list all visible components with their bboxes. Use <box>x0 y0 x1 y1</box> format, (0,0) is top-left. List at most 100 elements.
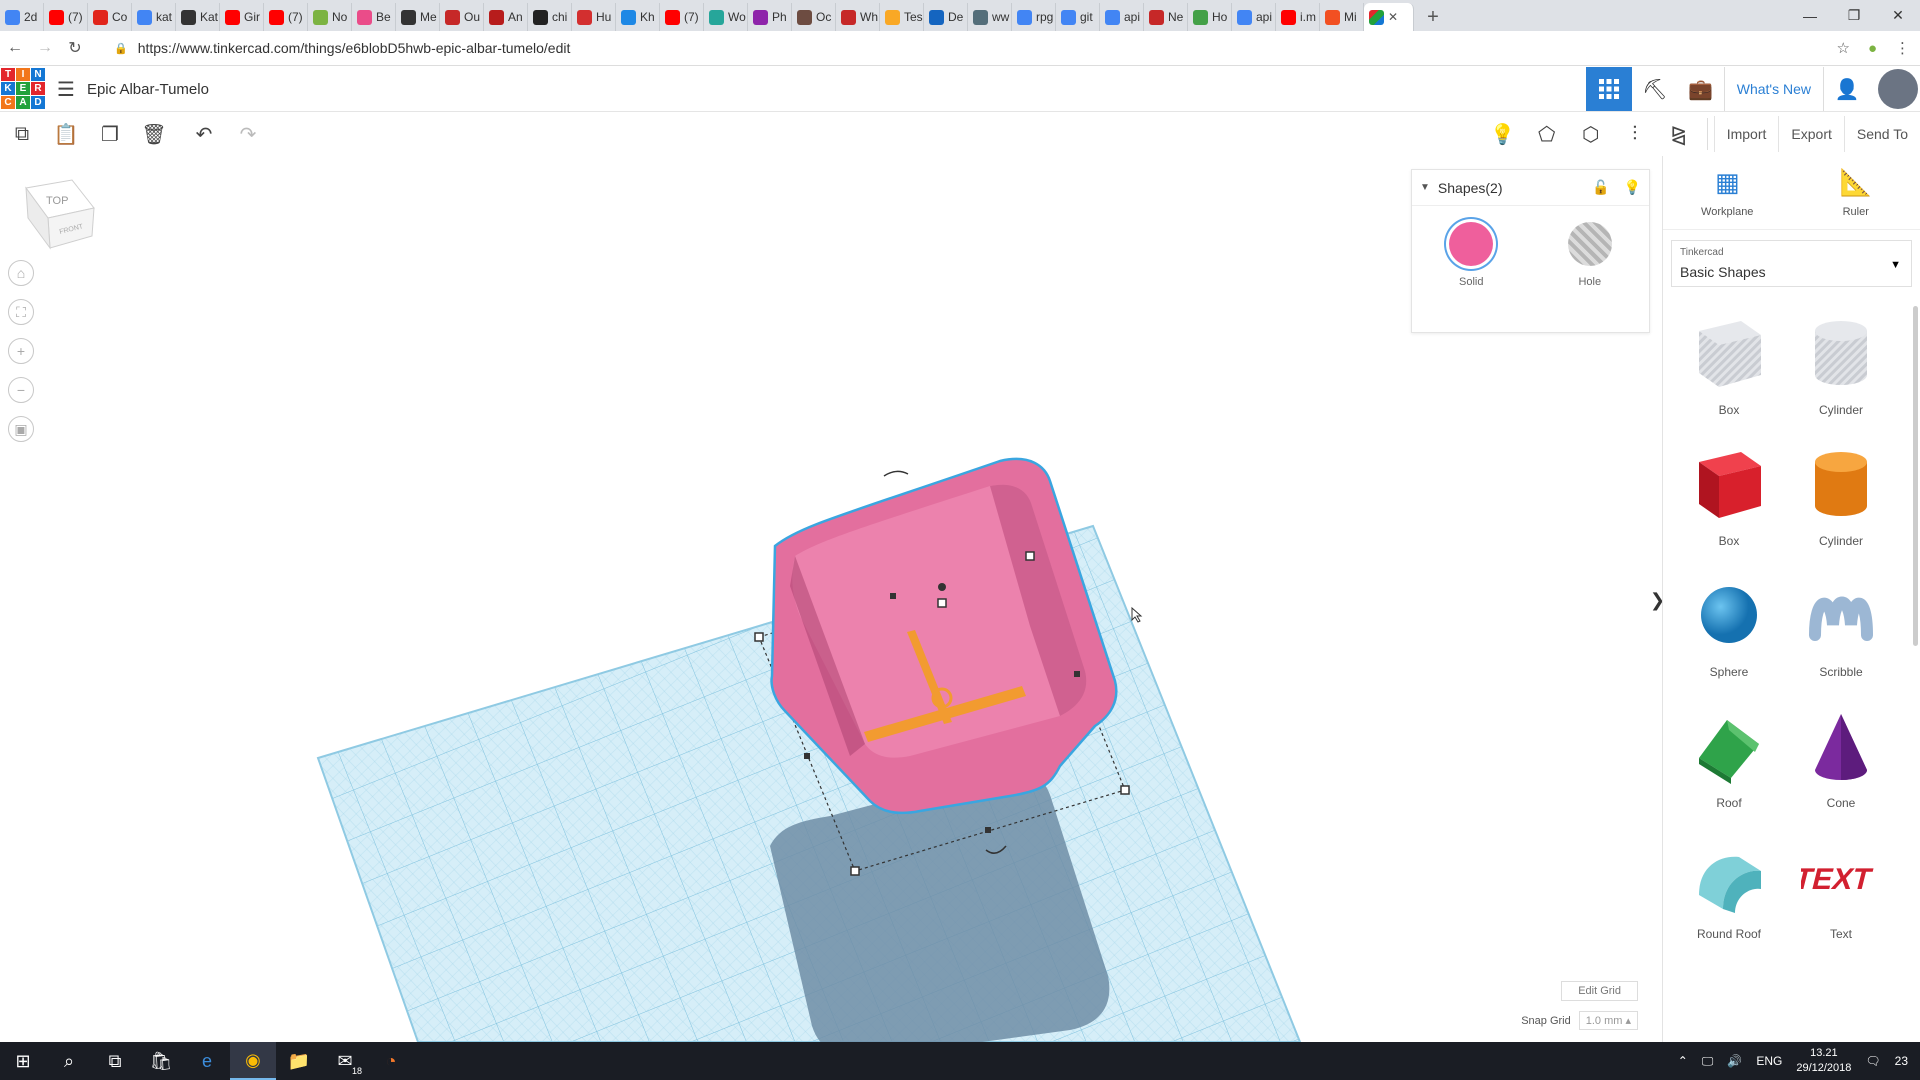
browser-tab[interactable]: rpg <box>1012 3 1056 31</box>
workplane-tool[interactable]: ▦ Workplane <box>1663 156 1792 229</box>
panel-scrollbar[interactable] <box>1913 306 1918 646</box>
group-button[interactable]: ⬠ <box>1525 112 1569 156</box>
tab-tinkercad[interactable]: ✕ <box>1364 3 1414 31</box>
shape-item-cone[interactable]: Cone <box>1785 706 1897 837</box>
search-button[interactable]: ⌕ <box>46 1042 92 1080</box>
zoom-in-button[interactable]: + <box>8 338 34 364</box>
extension-icon[interactable]: ● <box>1868 40 1877 57</box>
shape-item-scribble[interactable]: Scribble <box>1785 575 1897 706</box>
network-icon[interactable]: 🖵 <box>1702 1054 1714 1069</box>
browser-tab[interactable]: Ho <box>1188 3 1232 31</box>
zoom-out-button[interactable]: − <box>8 377 34 403</box>
shape-item-sphere[interactable]: Sphere <box>1673 575 1785 706</box>
shape-library-select[interactable]: Tinkercad Basic Shapes ▼ <box>1671 240 1912 287</box>
browser-tab[interactable]: Wh <box>836 3 880 31</box>
browser-tab[interactable]: Gir <box>220 3 264 31</box>
shape-item-cylinder[interactable]: Cylinder <box>1785 444 1897 575</box>
close-window-icon[interactable]: ✕ <box>1876 0 1920 31</box>
notifications-icon[interactable]: 🗨 <box>1865 1054 1880 1068</box>
paste-button[interactable]: 📋 <box>44 112 88 156</box>
shape-item-text[interactable]: TEXT Text <box>1785 837 1897 968</box>
visibility-bulb-icon[interactable]: 💡 <box>1624 179 1641 196</box>
copy-button[interactable]: ⧉ <box>0 112 44 156</box>
browser-tab[interactable]: No <box>308 3 352 31</box>
start-button[interactable]: ⊞ <box>0 1042 46 1080</box>
browser-tab[interactable]: (7) <box>44 3 88 31</box>
edge-button[interactable]: e <box>184 1042 230 1080</box>
browser-tab[interactable]: Oc <box>792 3 836 31</box>
task-view-button[interactable]: ⧉ <box>92 1042 138 1080</box>
shape-item-round-roof[interactable]: Round Roof <box>1673 837 1785 968</box>
browser-tab[interactable]: De <box>924 3 968 31</box>
mail-button[interactable]: ✉ 18 <box>322 1042 368 1080</box>
store-button[interactable]: 🛍 <box>138 1042 184 1080</box>
hole-option[interactable]: Hole <box>1567 222 1612 288</box>
lessons-button[interactable]: 💼 <box>1678 67 1724 111</box>
minimize-icon[interactable]: — <box>1788 0 1832 31</box>
browser-tab[interactable]: api <box>1100 3 1144 31</box>
blender-button[interactable]: ◔ <box>368 1042 414 1080</box>
browser-tab[interactable]: ww <box>968 3 1012 31</box>
whats-new-link[interactable]: What's New <box>1723 67 1824 111</box>
tray-chevron-icon[interactable]: ⌃ <box>1678 1054 1688 1068</box>
browser-tab[interactable]: kat <box>132 3 176 31</box>
forward-icon[interactable]: → <box>30 39 60 57</box>
solid-option[interactable]: Solid <box>1449 222 1494 288</box>
browser-tab[interactable]: Kat <box>176 3 220 31</box>
align-button[interactable]: ⫶ <box>1613 112 1657 156</box>
delete-button[interactable]: 🗑 <box>132 112 176 156</box>
fit-view-button[interactable]: ⛶ <box>8 299 34 325</box>
back-icon[interactable]: ← <box>0 39 30 57</box>
browser-tab[interactable]: chi <box>528 3 572 31</box>
shape-item-roof[interactable]: Roof <box>1673 706 1785 837</box>
show-all-button[interactable]: 💡 <box>1481 112 1525 156</box>
hole-swatch[interactable] <box>1567 222 1612 266</box>
browser-menu-icon[interactable]: ⋮ <box>1895 39 1910 57</box>
browser-tab[interactable]: Hu <box>572 3 616 31</box>
lock-shape-icon[interactable]: 🔓 <box>1592 179 1609 196</box>
browser-tab[interactable]: Mi <box>1320 3 1364 31</box>
explorer-button[interactable]: 📁 <box>276 1042 322 1080</box>
browser-tab[interactable]: Ne <box>1144 3 1188 31</box>
undo-button[interactable]: ↶ <box>182 112 226 156</box>
shape-item-box[interactable]: Box <box>1673 444 1785 575</box>
home-view-button[interactable]: ⌂ <box>8 260 34 286</box>
browser-tab[interactable]: Tes <box>880 3 924 31</box>
browser-tab[interactable]: i.m <box>1276 3 1320 31</box>
edit-grid-button[interactable]: Edit Grid <box>1561 981 1638 1001</box>
rotate-handle-top[interactable] <box>883 470 909 477</box>
browser-tab[interactable]: Ou <box>440 3 484 31</box>
browser-tab[interactable]: (7) <box>264 3 308 31</box>
language-indicator[interactable]: ENG <box>1756 1054 1782 1068</box>
ungroup-button[interactable]: ⬡ <box>1569 112 1613 156</box>
chrome-button[interactable]: ◉ <box>230 1042 276 1080</box>
browser-tab[interactable]: An <box>484 3 528 31</box>
design-title[interactable]: Epic Albar-Tumelo <box>87 81 209 98</box>
redo-button[interactable]: ↷ <box>226 112 270 156</box>
import-button[interactable]: Import <box>1713 116 1779 152</box>
duplicate-button[interactable]: ❐ <box>88 112 132 156</box>
browser-tab[interactable]: Kh <box>616 3 660 31</box>
close-tab-icon[interactable]: ✕ <box>1388 10 1398 24</box>
send-to-button[interactable]: Send To <box>1843 116 1920 152</box>
browser-tab[interactable]: Co <box>88 3 132 31</box>
browser-tab[interactable]: git <box>1056 3 1100 31</box>
url-field[interactable]: https://www.tinkercad.com/things/e6blobD… <box>138 40 571 56</box>
ortho-view-button[interactable]: ▣ <box>8 416 34 442</box>
maximize-icon[interactable]: ❐ <box>1832 0 1876 31</box>
browser-tab[interactable]: Be <box>352 3 396 31</box>
3d-view-button[interactable] <box>1585 67 1632 111</box>
clock[interactable]: 13.21 29/12/2018 <box>1796 1046 1851 1076</box>
browser-tab[interactable]: 2d <box>0 3 44 31</box>
browser-tab[interactable]: Ph <box>748 3 792 31</box>
volume-icon[interactable]: 🔊 <box>1727 1054 1742 1068</box>
tinkercad-logo[interactable]: TIN KER CAD <box>1 68 45 110</box>
shape-item-box-hole[interactable]: Box <box>1673 313 1785 444</box>
new-tab-button[interactable]: + <box>1418 3 1448 31</box>
browser-tab[interactable]: (7) <box>660 3 704 31</box>
reload-icon[interactable]: ↻ <box>60 38 90 58</box>
shape-item-cylinder-hole[interactable]: Cylinder <box>1785 313 1897 444</box>
collapse-inspector-icon[interactable]: ▼ <box>1420 182 1430 193</box>
browser-tab[interactable]: api <box>1232 3 1276 31</box>
export-button[interactable]: Export <box>1778 116 1843 152</box>
